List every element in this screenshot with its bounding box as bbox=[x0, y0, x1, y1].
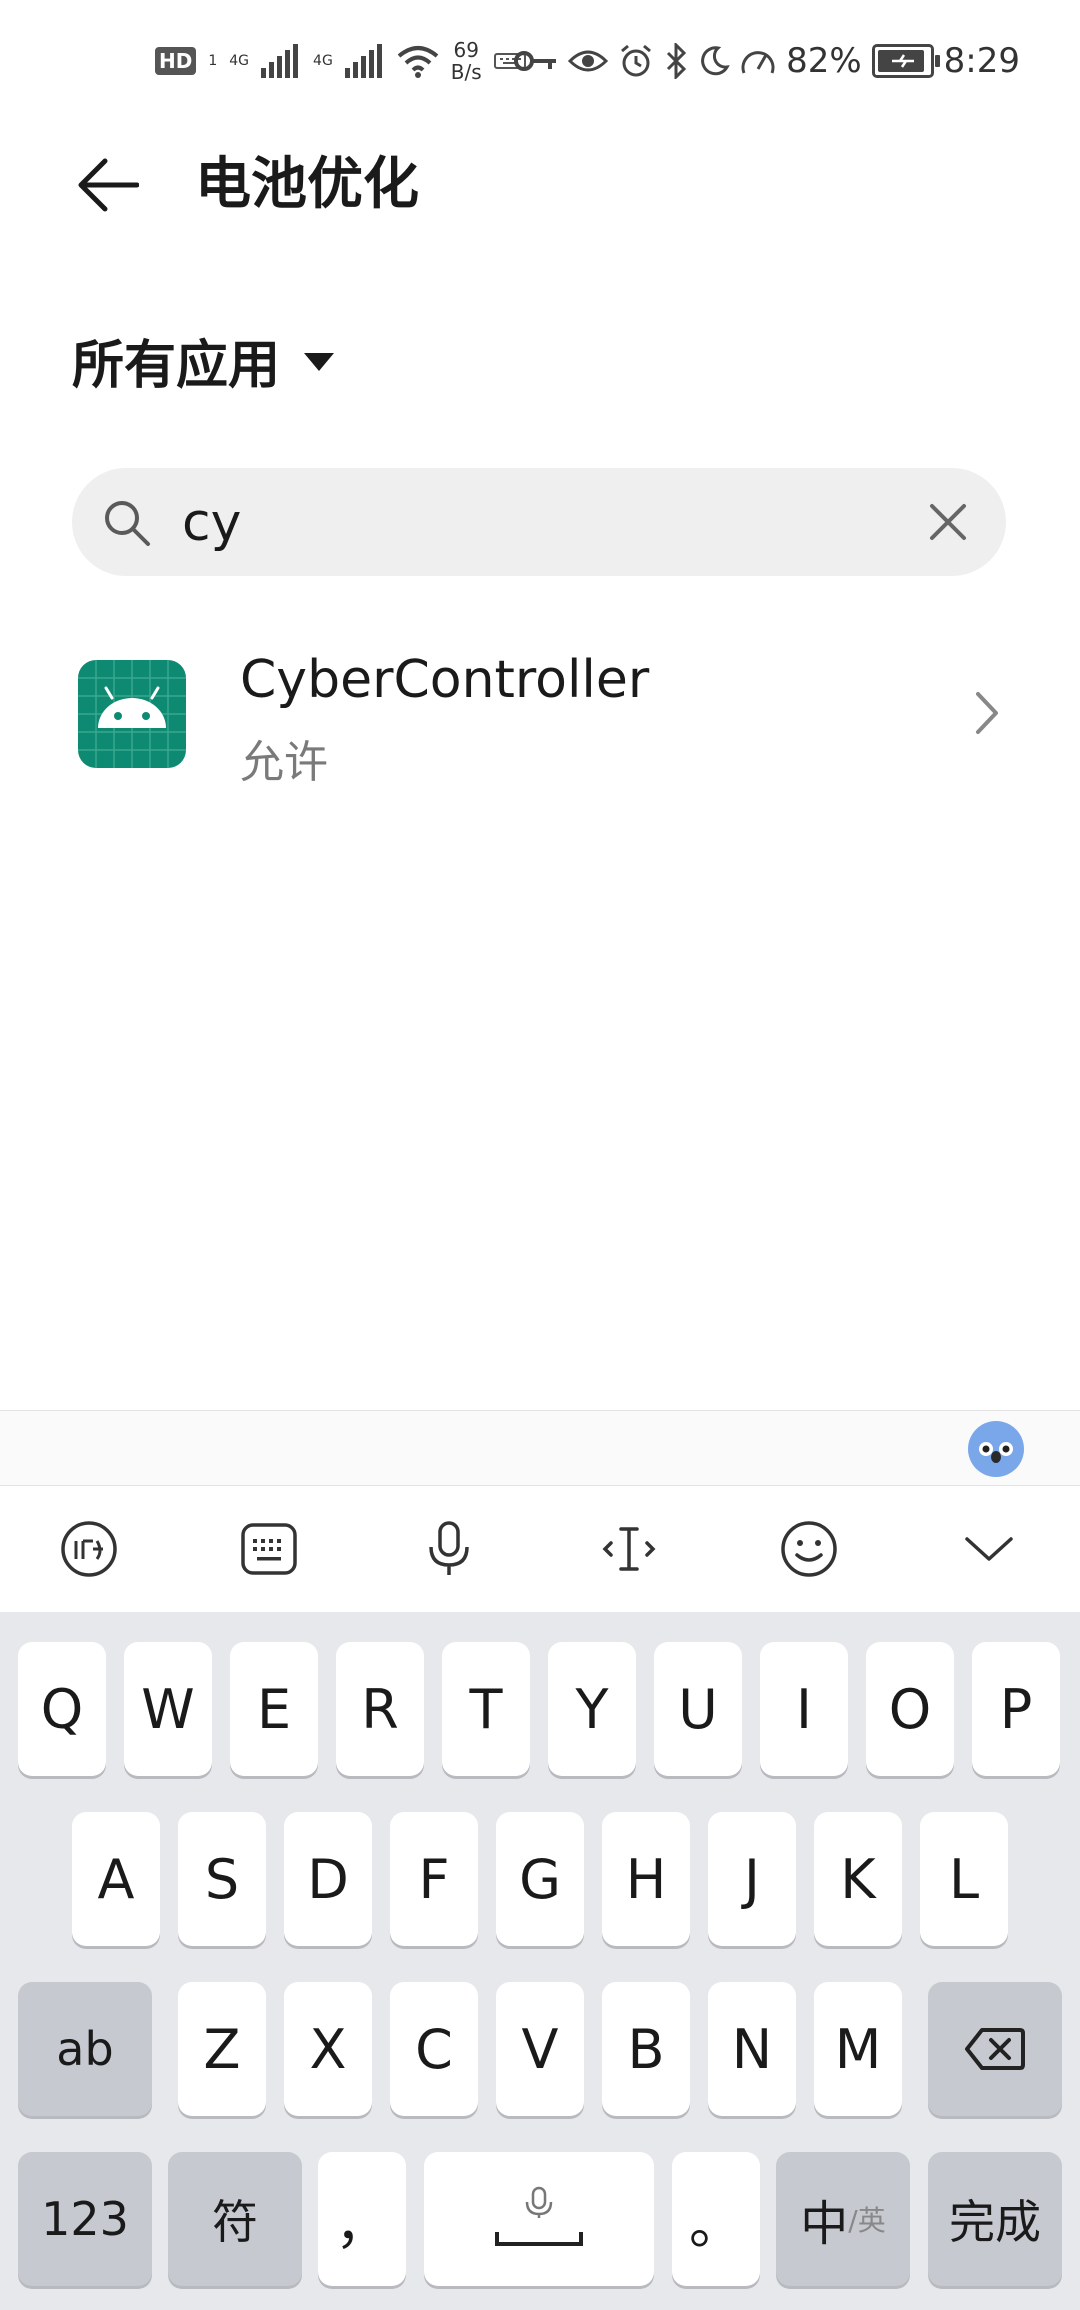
app-header: 电池优化 bbox=[0, 130, 1080, 250]
space-key[interactable] bbox=[424, 2152, 654, 2286]
keyboard-layout-icon[interactable] bbox=[236, 1516, 302, 1582]
done-key[interactable]: 完成 bbox=[928, 2152, 1062, 2286]
page-title: 电池优化 bbox=[195, 152, 419, 217]
language-switch-key[interactable]: 中/英 bbox=[776, 2152, 910, 2286]
key-j[interactable]: J bbox=[708, 1812, 796, 1946]
lang-main-label: 中 bbox=[800, 2196, 849, 2252]
app-status: 允许 bbox=[240, 737, 328, 788]
key-c[interactable]: C bbox=[390, 1982, 478, 2116]
key-y[interactable]: Y bbox=[548, 1642, 636, 1776]
key-o[interactable]: O bbox=[866, 1642, 954, 1776]
arrow-left-icon bbox=[78, 158, 139, 212]
key-s[interactable]: S bbox=[178, 1812, 266, 1946]
keyboard-toolbar bbox=[0, 1485, 1080, 1612]
key-l[interactable]: L bbox=[920, 1812, 1008, 1946]
signal-icon-2 bbox=[344, 44, 382, 78]
caret-down-icon bbox=[304, 353, 335, 371]
microphone-icon[interactable] bbox=[416, 1516, 482, 1582]
wifi-icon bbox=[397, 46, 439, 78]
space-mic-icon bbox=[495, 2186, 583, 2246]
period-key[interactable]: 。 bbox=[672, 2152, 760, 2286]
hd-badge: HD bbox=[155, 47, 197, 75]
speedometer-icon bbox=[741, 51, 775, 74]
battery-percent: 82% bbox=[786, 41, 862, 81]
net-speed-value: 69 bbox=[453, 38, 479, 62]
net-speed: 69 B/s bbox=[451, 39, 482, 83]
filter-label: 所有应用 bbox=[72, 335, 281, 396]
backspace-key[interactable] bbox=[928, 1982, 1062, 2116]
bluetooth-icon bbox=[667, 43, 687, 79]
app-name: CyberController bbox=[240, 650, 650, 710]
signal-icon bbox=[261, 44, 299, 78]
status-right: 82% 8:29 bbox=[514, 36, 1020, 86]
key-g[interactable]: G bbox=[496, 1812, 584, 1946]
key-m[interactable]: M bbox=[814, 1982, 902, 2116]
numbers-key[interactable]: 123 bbox=[18, 2152, 152, 2286]
key-e[interactable]: E bbox=[230, 1642, 318, 1776]
search-input[interactable] bbox=[180, 490, 884, 556]
key-h[interactable]: H bbox=[602, 1812, 690, 1946]
key-q[interactable]: Q bbox=[18, 1642, 106, 1776]
app-filter-dropdown[interactable]: 所有应用 bbox=[72, 320, 335, 400]
hide-keyboard-icon[interactable] bbox=[956, 1516, 1022, 1582]
assistant-avatar-icon[interactable] bbox=[968, 1421, 1024, 1477]
status-bar: HD 1 4G 4G 69 B/s 82% 8:29 bbox=[0, 0, 1080, 120]
key-x[interactable]: X bbox=[284, 1982, 372, 2116]
android-app-icon bbox=[78, 660, 186, 768]
moon-icon bbox=[701, 46, 730, 76]
key-f[interactable]: F bbox=[390, 1812, 478, 1946]
alarm-icon bbox=[621, 44, 652, 77]
comma-key[interactable]: ， bbox=[318, 2152, 406, 2286]
list-item[interactable]: CyberController 允许 bbox=[0, 640, 1080, 790]
key-i[interactable]: I bbox=[760, 1642, 848, 1776]
key-n[interactable]: N bbox=[708, 1982, 796, 2116]
keyboard: Q W E R T Y U I O P A S D F G H J K L ab… bbox=[0, 1612, 1080, 2310]
sim-label: 1 bbox=[208, 53, 218, 69]
key-p[interactable]: P bbox=[972, 1642, 1060, 1776]
battery-icon bbox=[871, 44, 940, 78]
chevron-right-icon bbox=[976, 692, 998, 734]
key-v[interactable]: V bbox=[496, 1982, 584, 2116]
keyboard-suggestion-strip bbox=[0, 1410, 1080, 1485]
clear-search-icon[interactable] bbox=[924, 498, 972, 546]
key-w[interactable]: W bbox=[124, 1642, 212, 1776]
shift-ab-key[interactable]: ab bbox=[18, 1982, 152, 2116]
key-a[interactable]: A bbox=[72, 1812, 160, 1946]
clock: 8:29 bbox=[943, 41, 1020, 81]
symbols-key[interactable]: 符 bbox=[168, 2152, 302, 2286]
search-icon bbox=[105, 501, 150, 546]
back-button[interactable] bbox=[72, 150, 142, 220]
network-type-1: 4G bbox=[229, 53, 250, 69]
lang-alt-label: /英 bbox=[848, 2204, 886, 2237]
status-left: HD 1 4G 4G 69 B/s bbox=[155, 36, 526, 86]
search-bar[interactable] bbox=[72, 468, 1006, 576]
vpn-key-icon bbox=[514, 51, 557, 71]
network-type-2: 4G bbox=[313, 53, 333, 69]
key-r[interactable]: R bbox=[336, 1642, 424, 1776]
text-cursor-icon[interactable] bbox=[596, 1516, 662, 1582]
key-u[interactable]: U bbox=[654, 1642, 742, 1776]
net-speed-unit: B/s bbox=[450, 60, 482, 84]
backspace-icon bbox=[965, 2028, 1025, 2070]
key-t[interactable]: T bbox=[442, 1642, 530, 1776]
key-k[interactable]: K bbox=[814, 1812, 902, 1946]
emoji-icon[interactable] bbox=[776, 1516, 842, 1582]
key-d[interactable]: D bbox=[284, 1812, 372, 1946]
eye-icon bbox=[568, 50, 609, 72]
key-z[interactable]: Z bbox=[178, 1982, 266, 2116]
xunfei-logo-icon[interactable] bbox=[56, 1516, 122, 1582]
key-b[interactable]: B bbox=[602, 1982, 690, 2116]
